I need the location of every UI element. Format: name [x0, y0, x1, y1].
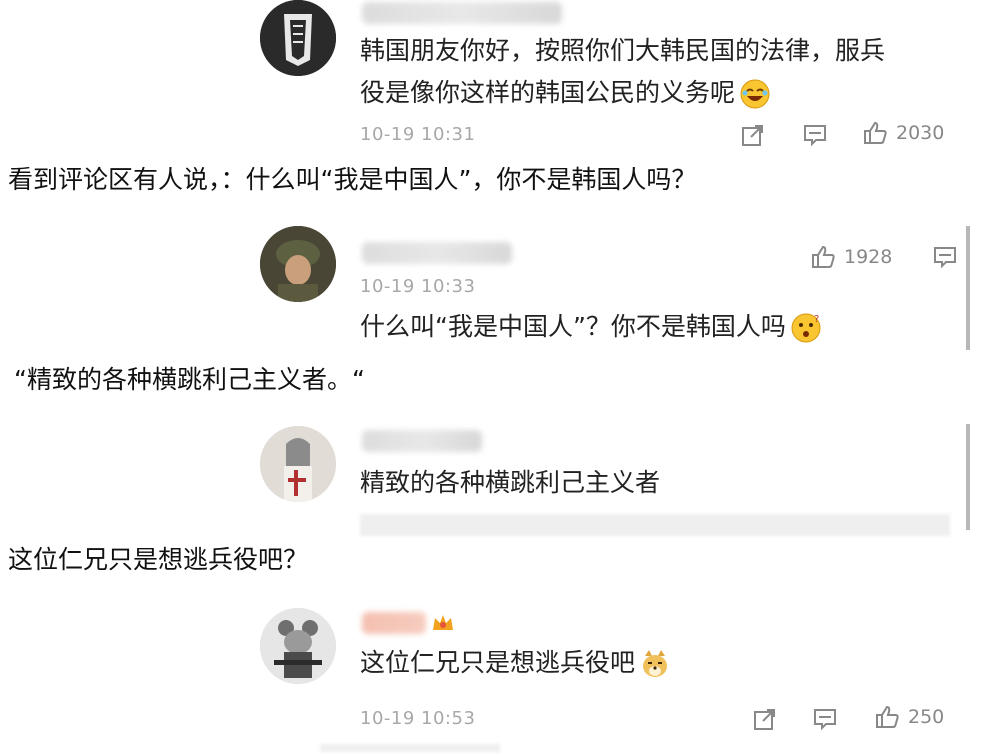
comment-text-row: 这位仁兄只是想逃兵役吧 [360, 642, 671, 684]
svg-text:?: ? [814, 314, 819, 325]
comment-text-line-2: 役是像你这样的韩国公民的义务呢 [360, 72, 771, 114]
shield-logo-icon [260, 0, 336, 76]
avatar[interactable] [260, 226, 336, 302]
comment-text-row: 什么叫“我是中国人”？你不是韩国人吗? [360, 306, 822, 348]
comment-text: 什么叫“我是中国人”？你不是韩国人吗 [360, 312, 786, 341]
blurred-username[interactable] [362, 430, 482, 452]
avatar[interactable] [260, 608, 336, 684]
comment-text-line-1: 韩国朋友你好，按照你们大韩民国的法律，服兵 [360, 36, 886, 65]
thumbs-up-icon [864, 121, 887, 144]
comment-card-1: 韩国朋友你好，按照你们大韩民国的法律，服兵 役是像你这样的韩国公民的义务呢 10… [250, 0, 1008, 160]
avatar[interactable] [260, 426, 336, 502]
like-count: 1928 [844, 246, 893, 268]
comment-icon [804, 125, 826, 147]
comment-icon [814, 709, 836, 731]
timestamp: 10-19 10:31 [360, 124, 476, 145]
scroll-indicator [966, 226, 970, 350]
like-button[interactable]: 250 [874, 704, 944, 730]
caption-3: 这位仁兄只是想逃兵役吧？ [8, 545, 309, 574]
comment-icon [934, 247, 956, 269]
caption-1: 看到评论区有人说，：什么叫“我是中国人”，你不是韩国人吗？ [8, 165, 697, 194]
knight-avatar-icon [260, 426, 336, 502]
blurred-username[interactable] [362, 2, 562, 24]
comment-card-4: 这位仁兄只是想逃兵役吧 10-19 10:53 250 [250, 600, 1008, 752]
like-button[interactable]: 2030 [862, 120, 944, 146]
like-count: 2030 [896, 122, 945, 144]
blurred-username[interactable] [362, 612, 426, 634]
share-icon [754, 709, 775, 730]
comment-text: 精致的各种横跳利己主义者 [360, 468, 661, 497]
caption-2: “精致的各种横跳利己主义者。“ [14, 365, 365, 394]
blurred-content-row [360, 514, 950, 536]
vip-crown-icon [433, 615, 453, 630]
share-button[interactable] [740, 122, 766, 148]
share-icon [742, 125, 763, 146]
share-button[interactable] [752, 706, 778, 732]
laughing-emoji-icon [740, 79, 770, 109]
timestamp: 10-19 10:53 [360, 708, 476, 729]
comment-card-2: 10-19 10:33 1928 什么叫“我是中国人”？你不是韩国人吗? [250, 222, 1008, 352]
thumbs-up-icon [812, 245, 835, 268]
soldier-avatar-icon [260, 226, 336, 302]
like-count: 250 [908, 706, 945, 728]
comment-text: 这位仁兄只是想逃兵役吧 [360, 648, 636, 677]
like-button[interactable]: 1928 [810, 244, 892, 270]
doge-emoji-icon [643, 650, 668, 677]
comment-button[interactable] [932, 244, 958, 270]
avatar[interactable] [260, 0, 336, 76]
blurred-content-row [320, 744, 500, 752]
mouse-soldier-avatar-icon [260, 608, 336, 684]
comment-card-3: 精致的各种横跳利己主义者 [250, 420, 1008, 536]
thinking-emoji-icon: ? [791, 313, 821, 343]
comment-button[interactable] [812, 706, 838, 732]
blurred-username[interactable] [362, 242, 512, 264]
comment-text: 役是像你这样的韩国公民的义务呢 [360, 78, 736, 107]
comment-button[interactable] [802, 122, 828, 148]
thumbs-up-icon [876, 705, 899, 728]
timestamp: 10-19 10:33 [360, 276, 476, 297]
scroll-indicator [966, 424, 970, 530]
